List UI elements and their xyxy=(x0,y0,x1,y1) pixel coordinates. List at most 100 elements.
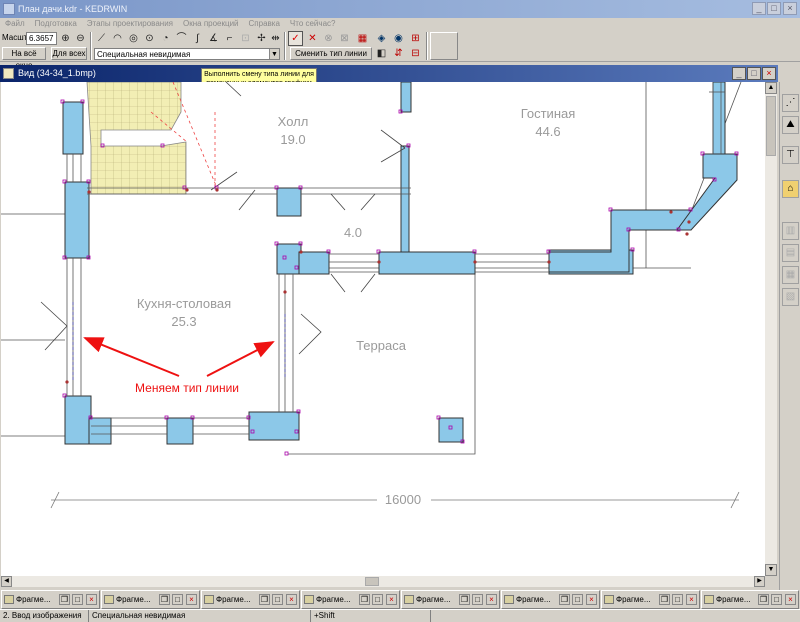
building-tool-icon[interactable]: ⌂ xyxy=(782,180,799,198)
drawing-canvas[interactable]: Холл 19.0 Гостиная 44.6 4.0 Кухня-столов… xyxy=(1,82,765,576)
disabled-tool-icon-4[interactable]: ▧ xyxy=(782,288,799,306)
restore-icon[interactable]: ❐ xyxy=(259,594,270,605)
menu-file[interactable]: Файл xyxy=(0,18,30,30)
fragment-tab[interactable]: Фрагме... ❐ □ × xyxy=(601,590,700,609)
close-icon[interactable]: × xyxy=(785,594,796,605)
change-line-type-button[interactable]: Сменить тип линии xyxy=(290,47,372,60)
fragment-tab[interactable]: Фрагме... ❐ □ × xyxy=(701,590,799,609)
circle-center-icon[interactable]: ⊙ xyxy=(142,31,157,46)
maximize-icon[interactable]: □ xyxy=(771,594,782,605)
fragment-tab[interactable]: Фрагме... ❐ □ × xyxy=(1,590,100,609)
app-icon xyxy=(3,3,15,15)
line-type-select[interactable]: Специальная невидимая ▼ xyxy=(94,48,280,60)
delete-mark-icon[interactable]: ✕ xyxy=(305,31,320,46)
close-icon[interactable]: × xyxy=(386,594,397,605)
zoom-out-icon[interactable]: ⊖ xyxy=(73,31,88,46)
maximize-icon[interactable]: □ xyxy=(72,594,83,605)
grid-tool-icon[interactable]: ⊞ xyxy=(408,31,423,46)
fragment-tab[interactable]: Фрагме... ❐ □ × xyxy=(101,590,200,609)
fit-window-button[interactable]: На всё окно xyxy=(2,47,46,70)
close-icon[interactable]: × xyxy=(586,594,597,605)
vertical-scroll-thumb[interactable] xyxy=(766,96,776,156)
for-all-button[interactable]: Для всех xyxy=(51,47,87,60)
fillet-icon[interactable]: ⌒ xyxy=(174,31,189,46)
snap-tool-icon[interactable]: ✢ xyxy=(254,31,269,46)
restore-icon[interactable]: ❐ xyxy=(758,594,769,605)
horizontal-scroll-thumb[interactable] xyxy=(365,577,379,586)
restore-icon[interactable]: ❐ xyxy=(659,594,670,605)
restore-icon[interactable]: ❐ xyxy=(359,594,370,605)
mirror-tool-icon[interactable]: ◧ xyxy=(374,46,389,61)
close-button[interactable]: × xyxy=(783,2,797,15)
view-close-button[interactable]: × xyxy=(762,67,776,80)
status-modifier: +Shift xyxy=(310,610,430,622)
restore-icon[interactable]: ❐ xyxy=(59,594,70,605)
maximize-icon[interactable]: □ xyxy=(472,594,483,605)
minimize-button[interactable]: _ xyxy=(752,2,766,15)
close-icon[interactable]: × xyxy=(286,594,297,605)
close-icon[interactable]: × xyxy=(686,594,697,605)
scroll-down-icon[interactable]: ▼ xyxy=(765,564,777,576)
chevron-down-icon[interactable]: ▼ xyxy=(269,49,279,59)
menu-prepare[interactable]: Подготовка xyxy=(30,18,82,30)
mark-disabled-icon-2[interactable]: ⊠ xyxy=(337,31,352,46)
circle-tool-icon[interactable]: ◎ xyxy=(126,31,141,46)
empty-tool-slot[interactable] xyxy=(430,32,458,60)
hatch-tool-icon[interactable]: ▦ xyxy=(355,31,370,46)
step-tool-icon[interactable]: ⌐ xyxy=(222,31,237,46)
rotate-view-icon[interactable]: ◉ xyxy=(391,31,406,46)
scale-input[interactable]: 6.3657 xyxy=(26,32,57,45)
view-tool-icon[interactable]: ◈ xyxy=(374,31,389,46)
nodes-tool-icon[interactable]: ⋰ xyxy=(782,94,799,112)
fragment-tab[interactable]: Фрагме... ❐ □ × xyxy=(401,590,500,609)
disabled-tool-icon-3[interactable]: ▦ xyxy=(782,266,799,284)
mountain-tool-icon[interactable]: ⛰ xyxy=(782,116,799,134)
floor-plan[interactable]: Холл 19.0 Гостиная 44.6 4.0 Кухня-столов… xyxy=(1,82,765,576)
menu-whats-now[interactable]: Что сейчас? xyxy=(285,18,341,30)
scroll-up-icon[interactable]: ▲ xyxy=(765,82,777,94)
maximize-icon[interactable]: □ xyxy=(172,594,183,605)
disabled-tool-icon-2[interactable]: ▤ xyxy=(782,244,799,262)
angle-tool-icon[interactable]: ∡ xyxy=(206,31,221,46)
menu-projection-windows[interactable]: Окна проекций xyxy=(178,18,244,30)
restore-icon[interactable]: ❐ xyxy=(459,594,470,605)
view-window-icon xyxy=(3,68,14,79)
maximize-button[interactable]: □ xyxy=(767,2,781,15)
close-icon[interactable]: × xyxy=(186,594,197,605)
restore-icon[interactable]: ❐ xyxy=(159,594,170,605)
tangent-arc-icon[interactable]: ◔ xyxy=(158,31,173,46)
zoom-in-icon[interactable]: ⊕ xyxy=(58,31,73,46)
curve-tool-icon[interactable]: ∫ xyxy=(190,31,205,46)
menu-stages[interactable]: Этапы проектирования xyxy=(82,18,178,30)
view-maximize-button[interactable]: □ xyxy=(747,67,761,80)
flip-tool-icon[interactable]: ⇵ xyxy=(391,46,406,61)
scroll-right-icon[interactable]: ▶ xyxy=(754,576,765,587)
maximize-icon[interactable]: □ xyxy=(572,594,583,605)
restore-icon[interactable]: ❐ xyxy=(559,594,570,605)
disabled-tool-icon-1[interactable]: ▥ xyxy=(782,222,799,240)
fragment-tab[interactable]: Фрагме... ❐ □ × xyxy=(301,590,400,609)
close-icon[interactable]: × xyxy=(86,594,97,605)
scroll-left-icon[interactable]: ◀ xyxy=(1,576,12,587)
arc-tool-icon[interactable]: ◠ xyxy=(110,31,125,46)
menu-help[interactable]: Справка xyxy=(244,18,285,30)
measure-tool-icon[interactable]: ⊤ xyxy=(782,146,799,164)
horizontal-scrollbar[interactable]: ◀ ▶ xyxy=(1,576,765,587)
fragment-tab-label: Фрагме... xyxy=(116,595,151,604)
array-tool-icon[interactable]: ⊟ xyxy=(408,46,423,61)
line-tool-icon[interactable]: ⟋ xyxy=(94,31,109,46)
close-icon[interactable]: × xyxy=(486,594,497,605)
room-name-kitchen: Кухня-столовая xyxy=(137,296,231,311)
fragment-tab[interactable]: Фрагме... ❐ □ × xyxy=(201,590,300,609)
maximize-icon[interactable]: □ xyxy=(372,594,383,605)
mark-disabled-icon[interactable]: ⊗ xyxy=(321,31,336,46)
menu-bar: Файл Подготовка Этапы проектирования Окна п… xyxy=(0,18,800,30)
fragment-tab[interactable]: Фрагме... ❐ □ × xyxy=(501,590,600,609)
disabled-tool-icon[interactable]: ⊡ xyxy=(238,31,253,46)
trim-tool-icon[interactable]: ⇹ xyxy=(268,31,283,46)
maximize-icon[interactable]: □ xyxy=(672,594,683,605)
change-line-type-icon[interactable]: ✓ xyxy=(288,31,303,46)
view-minimize-button[interactable]: _ xyxy=(732,67,746,80)
maximize-icon[interactable]: □ xyxy=(272,594,283,605)
vertical-scrollbar[interactable]: ▲ ▼ xyxy=(765,82,777,576)
